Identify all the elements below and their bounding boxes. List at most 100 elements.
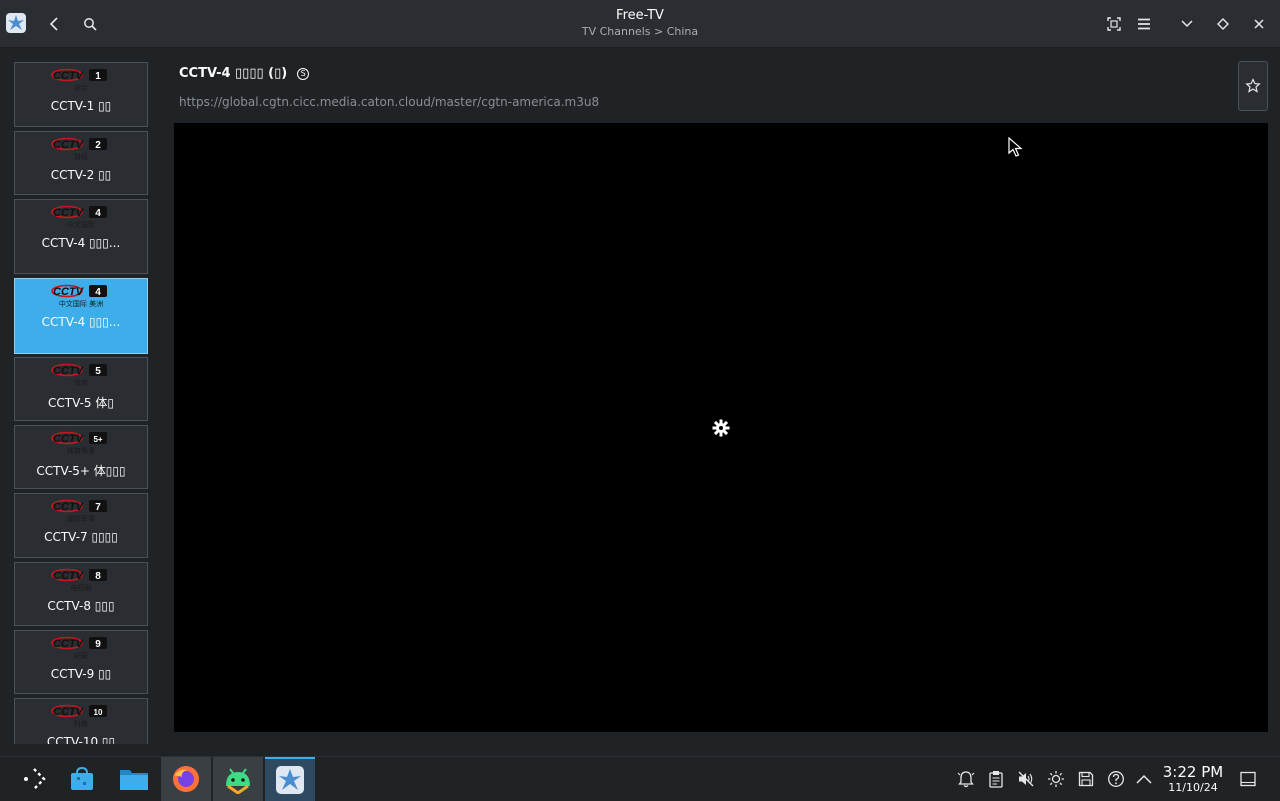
volume-tray-button[interactable] (1016, 769, 1036, 789)
svg-text:国防军事: 国防军事 (67, 514, 95, 523)
free-tv-task-button[interactable] (265, 757, 315, 801)
cctv-logo-icon: CCTV 4中文国际 美洲 (51, 284, 107, 308)
chevron-left-icon (49, 17, 58, 31)
close-button[interactable] (1243, 8, 1275, 40)
svg-text:CCTV: CCTV (53, 207, 85, 219)
svg-text:2: 2 (95, 140, 101, 151)
search-icon (84, 18, 97, 31)
channel-item[interactable]: CCTV 4 中文国际 CCTV-4 ▯▯▯... (14, 199, 148, 274)
channel-title-text: CCTV-4 ▯▯▯▯ (▯) (179, 66, 288, 81)
android-button[interactable] (213, 757, 263, 801)
help-icon (1108, 771, 1124, 787)
cctv-logo-icon: CCTV 1 综合 (51, 68, 107, 92)
channel-title: CCTV-4 ▯▯▯▯ (▯) S (179, 66, 310, 81)
show-desktop-icon (1240, 771, 1256, 787)
svg-text:4: 4 (95, 287, 101, 298)
breadcrumb: TV Channels > China (581, 25, 699, 38)
expand-tray-icon (1136, 774, 1152, 784)
file-manager-button[interactable] (109, 757, 159, 801)
storage-tray-button[interactable] (1076, 769, 1096, 789)
brightness-icon (1048, 771, 1064, 787)
favorite-button[interactable] (1238, 61, 1268, 111)
svg-text:综合: 综合 (74, 83, 88, 92)
main-menu-button[interactable] (1128, 8, 1160, 40)
channel-label: CCTV-1 ▯▯ (50, 99, 112, 113)
svg-text:7: 7 (95, 502, 101, 513)
title-bar: Free-TV TV Channels > China (0, 0, 1280, 48)
svg-text:科教: 科教 (74, 719, 88, 728)
window-title: Free-TV (616, 8, 664, 23)
svg-text:体育赛事: 体育赛事 (67, 446, 95, 455)
svg-text:CCTV: CCTV (53, 70, 85, 82)
chevron-down-icon (1181, 20, 1193, 28)
channel-label: CCTV-9 ▯▯ (50, 667, 112, 681)
channel-item[interactable]: CCTV 5 体育 CCTV-5 体▯ (14, 357, 148, 421)
brightness-tray-button[interactable] (1046, 769, 1066, 789)
back-button[interactable] (38, 8, 70, 40)
svg-text:电视剧: 电视剧 (71, 583, 92, 592)
stream-url: https://global.cgtn.cicc.media.caton.clo… (179, 95, 600, 109)
keep-above-button[interactable] (1207, 8, 1239, 40)
fullscreen-button[interactable] (1098, 8, 1130, 40)
minimize-button[interactable] (1171, 8, 1203, 40)
svg-text:CCTV: CCTV (53, 706, 85, 718)
close-icon (1254, 19, 1264, 29)
channel-label: CCTV-8 ▯▯▯ (47, 599, 115, 613)
hamburger-menu-icon (1138, 18, 1150, 30)
svg-text:CCTV: CCTV (53, 433, 85, 445)
channel-label: CCTV-5 体▯ (48, 396, 114, 410)
cctv-logo-icon: CCTV 10 科教 (51, 704, 107, 728)
svg-text:财经: 财经 (74, 152, 88, 161)
volume-muted-icon (1018, 771, 1034, 787)
application-launcher-button[interactable] (9, 757, 59, 801)
channel-item[interactable]: CCTV 7 国防军事 CCTV-7 ▯▯▯▯ (14, 493, 148, 558)
discover-store-button[interactable] (57, 757, 107, 801)
diamond-icon (1217, 18, 1229, 30)
fullscreen-icon (1107, 17, 1121, 31)
notifications-tray-button[interactable] (956, 769, 976, 789)
channel-list[interactable]: CCTV 1 综合 CCTV-1 ▯▯ CCTV 2 财经 CCTV-2 ▯▯ CCTV 4 中文国… (0, 48, 160, 744)
taskbar: 3:22 PM 11/10/24 (0, 756, 1280, 801)
svg-text:CCTV: CCTV (53, 365, 85, 377)
expand-tray-button[interactable] (1134, 769, 1154, 789)
channel-label: CCTV-7 ▯▯▯▯ (44, 530, 118, 544)
cctv-logo-icon: CCTV 5 体育 (51, 363, 107, 387)
channel-item[interactable]: CCTV 9 纪录 CCTV-9 ▯▯ (14, 630, 148, 694)
application-launcher-icon (24, 768, 46, 790)
clock-date: 11/10/24 (1168, 781, 1218, 794)
channel-item[interactable]: CCTV 10 科教 CCTV-10 ▯▯ (14, 698, 148, 744)
cctv-logo-icon: CCTV 2 财经 (51, 137, 107, 161)
svg-text:8: 8 (95, 571, 101, 582)
svg-text:CCTV: CCTV (53, 501, 85, 513)
channel-label: CCTV-4 ▯▯▯... (41, 315, 121, 329)
channel-item[interactable]: CCTV 1 综合 CCTV-1 ▯▯ (14, 62, 148, 127)
window-title-block: Free-TV TV Channels > China (0, 8, 1280, 40)
help-tray-button[interactable] (1106, 769, 1126, 789)
svg-text:1: 1 (95, 71, 101, 82)
channel-item[interactable]: CCTV 5+ 体育赛事 CCTV-5+ 体▯▯▯ (14, 425, 148, 489)
channel-label: CCTV-4 ▯▯▯... (41, 236, 121, 250)
firefox-button[interactable] (161, 757, 211, 801)
svg-text:4: 4 (95, 208, 101, 219)
notifications-icon (957, 771, 975, 788)
clipboard-icon (989, 771, 1003, 788)
clipboard-tray-button[interactable] (986, 769, 1006, 789)
discover-store-icon (71, 766, 93, 790)
channel-item[interactable]: CCTV 8 电视剧 CCTV-8 ▯▯▯ (14, 562, 148, 626)
channel-item[interactable]: CCTV 2 财经 CCTV-2 ▯▯ (14, 131, 148, 195)
digital-clock[interactable]: 3:22 PM 11/10/24 (1160, 764, 1226, 795)
android-icon (226, 768, 250, 794)
channel-item[interactable]: CCTV 4 中文国际 美洲 CCTV-4 ▯▯▯... (14, 278, 148, 354)
cctv-logo-icon: CCTV 9 纪录 (51, 636, 107, 660)
svg-text:CCTV: CCTV (53, 286, 85, 298)
cctv-logo-icon: CCTV 7国防军事 (51, 499, 107, 523)
channel-label: CCTV-10 ▯▯ (46, 735, 116, 744)
search-button[interactable] (74, 8, 106, 40)
svg-text:CCTV: CCTV (53, 638, 85, 650)
subtitle-badge-icon: S (297, 67, 310, 80)
star-icon (1245, 78, 1261, 93)
svg-text:纪录: 纪录 (74, 651, 88, 660)
svg-text:10: 10 (94, 708, 103, 717)
cctv-logo-icon: CCTV 8电视剧 (51, 568, 107, 592)
show-desktop-button[interactable] (1238, 769, 1258, 789)
